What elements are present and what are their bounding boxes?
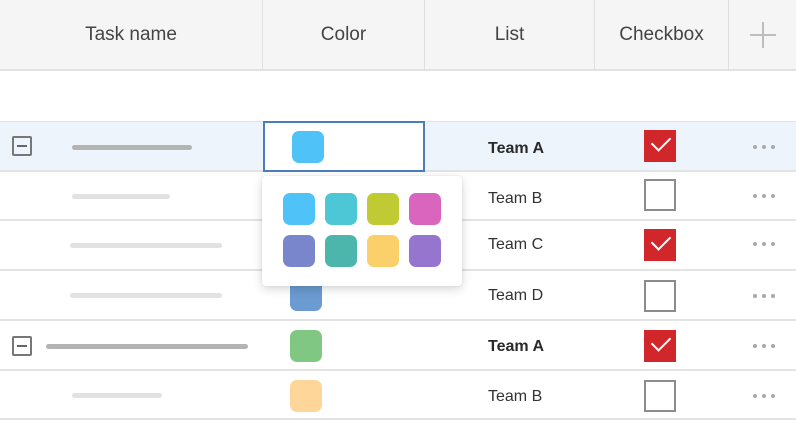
table-header: Task name Color List Checkbox <box>0 0 796 71</box>
task-name-placeholder[interactable] <box>72 393 162 398</box>
color-option-light-blue[interactable] <box>283 193 315 225</box>
color-cell[interactable] <box>263 321 425 369</box>
color-option-teal[interactable] <box>325 235 357 267</box>
column-header-task-name[interactable]: Task name <box>0 0 263 70</box>
plus-icon <box>749 22 776 48</box>
color-cell-editing[interactable] <box>263 121 425 172</box>
task-name-placeholder[interactable] <box>70 243 222 248</box>
list-value: Team D <box>488 287 544 304</box>
color-option-purple[interactable] <box>409 235 441 267</box>
more-options-icon[interactable] <box>753 144 775 150</box>
list-value: Team C <box>488 236 544 253</box>
list-value: Team B <box>488 190 543 207</box>
task-name-placeholder[interactable] <box>46 344 248 349</box>
column-header-label: List <box>494 24 525 45</box>
more-options-icon[interactable] <box>753 193 775 199</box>
task-checkbox[interactable] <box>644 229 676 261</box>
color-swatch <box>290 380 322 412</box>
list-value: Team B <box>488 388 543 405</box>
table-row[interactable]: Team B <box>0 371 796 420</box>
more-options-icon[interactable] <box>753 393 775 399</box>
color-swatch <box>290 330 322 362</box>
table-row[interactable]: Team A <box>0 321 796 371</box>
add-column-button[interactable] <box>729 0 796 70</box>
column-header-label: Checkbox <box>619 24 704 45</box>
task-name-placeholder[interactable] <box>70 293 222 298</box>
color-option-magenta[interactable] <box>409 193 441 225</box>
more-options-icon[interactable] <box>753 293 775 299</box>
column-header-label: Task name <box>85 24 177 45</box>
color-option-lime[interactable] <box>367 193 399 225</box>
task-name-placeholder[interactable] <box>72 194 170 199</box>
more-options-icon[interactable] <box>753 343 775 349</box>
column-header-label: Color <box>320 24 367 45</box>
task-checkbox[interactable] <box>644 179 676 211</box>
list-value: Team A <box>488 140 545 157</box>
more-options-icon[interactable] <box>753 241 775 247</box>
task-checkbox[interactable] <box>644 130 676 162</box>
task-name-placeholder[interactable] <box>72 145 192 150</box>
collapse-icon[interactable] <box>12 336 32 356</box>
color-option-yellow[interactable] <box>367 235 399 267</box>
column-header-list[interactable]: List <box>425 0 595 70</box>
color-picker-popover <box>262 176 462 286</box>
collapse-icon[interactable] <box>12 136 32 156</box>
table-row[interactable]: Team A <box>0 121 796 172</box>
list-value: Team A <box>488 338 545 355</box>
task-checkbox[interactable] <box>644 330 676 362</box>
color-option-indigo[interactable] <box>283 235 315 267</box>
column-header-checkbox[interactable]: Checkbox <box>595 0 729 70</box>
column-header-color[interactable]: Color <box>263 0 425 70</box>
task-checkbox[interactable] <box>644 380 676 412</box>
task-checkbox[interactable] <box>644 280 676 312</box>
color-option-cyan[interactable] <box>325 193 357 225</box>
color-cell[interactable] <box>263 371 425 418</box>
color-swatch <box>292 131 324 163</box>
